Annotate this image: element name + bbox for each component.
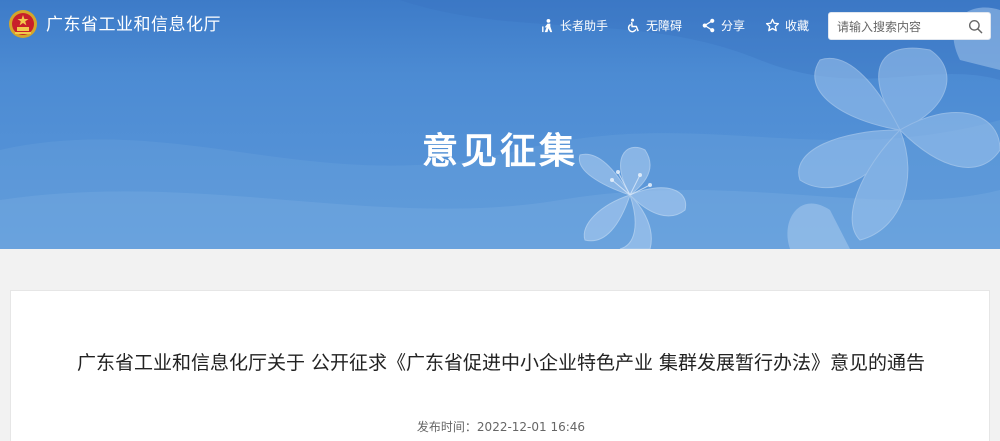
share-label: 分享	[721, 18, 746, 33]
elder-mode-label: 长者助手	[560, 18, 609, 33]
site-title[interactable]: 广东省工业和信息化厅	[46, 14, 221, 36]
search-box	[828, 12, 991, 40]
wheelchair-icon	[627, 18, 639, 32]
favorite-button[interactable]: 收藏	[765, 16, 809, 34]
banner-title: 意见征集	[421, 131, 578, 172]
elder-mode-button[interactable]: 长者助手	[540, 16, 608, 34]
star-icon	[765, 18, 780, 31]
share-button[interactable]: 分享	[701, 16, 745, 34]
elder-assistant-icon	[542, 18, 553, 32]
publish-time: 发布时间：2022-12-01 16:46	[416, 420, 586, 434]
banner: 广东省工业和信息化厅 长者助手 无障碍 分享 收藏 请输入搜索内容 意见征集	[0, 0, 1000, 249]
article-card: 广东省工业和信息化厅关于 公开征求《广东省促进中小企业特色产业 集群发展暂行办法…	[10, 290, 990, 441]
accessibility-label: 无障碍	[646, 18, 683, 33]
search-input[interactable]	[837, 17, 965, 36]
share-icon	[702, 18, 715, 32]
favorite-label: 收藏	[785, 18, 810, 33]
article-title: 广东省工业和信息化厅关于 公开征求《广东省促进中小企业特色产业 集群发展暂行办法…	[76, 352, 926, 374]
national-emblem-icon	[9, 10, 37, 38]
top-navigation-bar: 广东省工业和信息化厅 长者助手 无障碍 分享 收藏 请输入搜索内容	[0, 0, 1000, 52]
search-icon[interactable]	[968, 19, 983, 34]
accessibility-button[interactable]: 无障碍	[626, 16, 682, 34]
